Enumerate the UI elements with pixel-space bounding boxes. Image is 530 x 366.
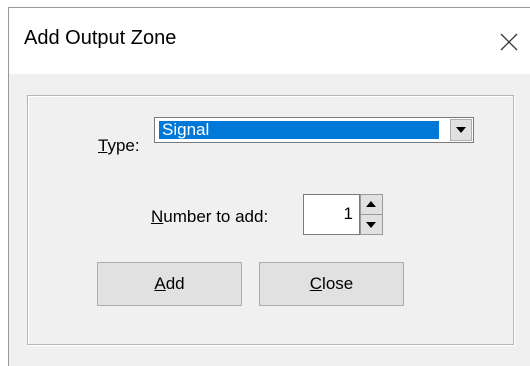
add-output-zone-dialog: Add Output Zone [8, 7, 530, 366]
dialog-title: Add Output Zone [24, 27, 177, 49]
arrow-down-icon [366, 222, 376, 228]
type-selected-value: Signal [159, 121, 439, 139]
close-icon[interactable] [499, 32, 519, 52]
spin-up-button[interactable] [360, 194, 383, 215]
add-button[interactable]: Add [97, 262, 242, 306]
close-button[interactable]: Close [259, 262, 404, 306]
chevron-down-icon [456, 127, 466, 133]
spin-down-button[interactable] [360, 214, 383, 235]
arrow-up-icon [366, 201, 376, 207]
title-bar: Add Output Zone [9, 8, 530, 74]
type-select[interactable]: Signal [154, 117, 474, 143]
number-to-add-input[interactable]: 1 [303, 194, 360, 235]
type-label: Type: [98, 136, 140, 155]
type-dropdown-button[interactable] [450, 119, 472, 141]
number-label: Number to add: [151, 207, 269, 226]
